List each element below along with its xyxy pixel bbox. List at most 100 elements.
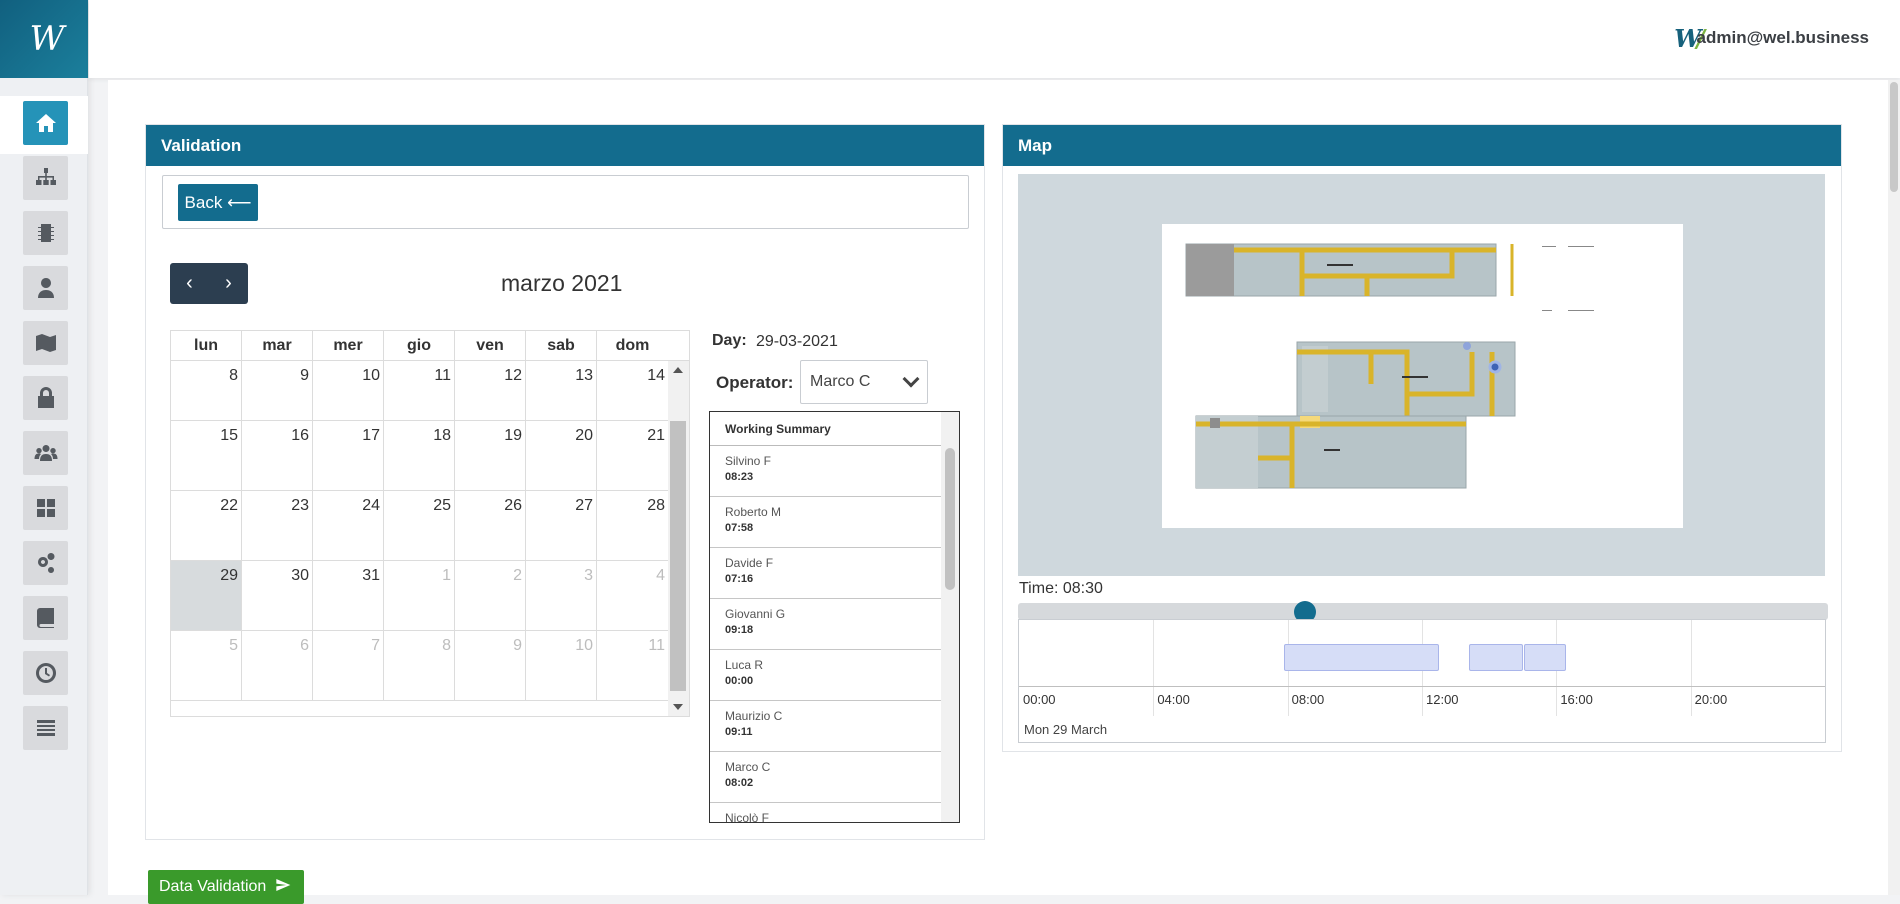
chip-icon	[37, 224, 54, 242]
floor-map[interactable]	[1018, 174, 1825, 576]
sidebar-item-docs[interactable]	[23, 596, 68, 640]
calendar-day[interactable]: 12	[455, 361, 526, 420]
brand-logo: W	[29, 19, 65, 59]
calendar-day[interactable]: 20	[526, 421, 597, 490]
operator-name: Davide F	[725, 556, 774, 570]
calendar-day[interactable]: 22	[171, 491, 242, 560]
operator-row[interactable]: Roberto M 07:58	[710, 497, 941, 548]
sidebar-item-security[interactable]	[23, 376, 68, 420]
operator-name: Luca R	[725, 658, 764, 672]
data-validation-button[interactable]: Data Validation	[148, 870, 304, 904]
calendar-day[interactable]: 8	[171, 361, 242, 420]
calendar-week: 5 6 7 8 9 10 11	[171, 631, 668, 701]
grid-icon	[36, 499, 55, 517]
calendar-day[interactable]: 7	[313, 631, 384, 700]
validation-panel: Validation Back ⟵ ‹ › marzo 2021 lun mar m…	[145, 124, 985, 840]
timeline-tick-label: 12:00	[1426, 692, 1459, 707]
calendar-day[interactable]: 25	[384, 491, 455, 560]
calendar-day[interactable]: 17	[313, 421, 384, 490]
weekday-header: lun	[171, 331, 242, 360]
calendar-day[interactable]: 8	[384, 631, 455, 700]
timeline-interval[interactable]	[1469, 644, 1523, 671]
page-scrollbar-thumb[interactable]	[1890, 82, 1898, 192]
calendar-day[interactable]: 6	[242, 631, 313, 700]
operator-name: Giovanni G	[725, 607, 786, 621]
operator-name: Roberto M	[725, 505, 782, 519]
sidebar-item-operators[interactable]	[23, 266, 68, 310]
calendar-day[interactable]: 15	[171, 421, 242, 490]
operator-row[interactable]: Marco C 08:02	[710, 752, 941, 803]
calendar-week: 8 9 10 11 12 13 14	[171, 361, 668, 421]
calendar-day[interactable]: 10	[526, 631, 597, 700]
calendar-scrollbar-thumb[interactable]	[670, 421, 686, 691]
page-scrollbar[interactable]	[1888, 80, 1900, 895]
calendar-scrollbar[interactable]	[668, 361, 689, 716]
sidebar-item-list[interactable]	[23, 706, 68, 750]
working-summary-scrollbar-thumb[interactable]	[945, 448, 955, 590]
operator-row[interactable]: Luca R 00:00	[710, 650, 941, 701]
scroll-up-icon[interactable]	[673, 367, 683, 373]
book-icon	[36, 608, 54, 628]
time-label: Time: 08:30	[1019, 580, 1103, 597]
back-button[interactable]: Back ⟵	[178, 184, 258, 221]
sidebar-item-settings[interactable]	[23, 541, 68, 585]
timeline-date: Mon 29 March	[1024, 722, 1108, 737]
clock-icon	[35, 663, 56, 683]
time-slider[interactable]	[1018, 603, 1828, 620]
calendar-day[interactable]: 2	[455, 561, 526, 630]
calendar-next-button[interactable]: ›	[209, 263, 248, 304]
calendar-day[interactable]: 3	[526, 561, 597, 630]
calendar-day[interactable]: 9	[242, 361, 313, 420]
calendar-day[interactable]: 10	[313, 361, 384, 420]
sidebar-item-history[interactable]	[23, 651, 68, 695]
activity-timeline[interactable]: 00:00 04:00 08:00 12:00 16:00 20:00 Mon 29 Ma…	[1018, 619, 1826, 743]
operator-row[interactable]: Maurizio C 09:11	[710, 701, 941, 752]
floor-plan-drawing	[1185, 243, 1594, 489]
sidebar-item-dashboard[interactable]	[23, 486, 68, 530]
calendar-day[interactable]: 29	[171, 561, 242, 630]
working-summary-scrollbar[interactable]	[941, 412, 959, 822]
calendar-day[interactable]: 14	[597, 361, 668, 420]
operator-select[interactable]: Marco C	[800, 360, 928, 404]
calendar-day[interactable]: 9	[455, 631, 526, 700]
sidebar-item-users[interactable]	[23, 431, 68, 475]
calendar-day[interactable]: 24	[313, 491, 384, 560]
operator-row[interactable]: Nicolò F	[710, 803, 941, 822]
user-email[interactable]: admin@wel.business	[1697, 28, 1869, 48]
calendar-day[interactable]: 11	[384, 361, 455, 420]
calendar-day[interactable]: 16	[242, 421, 313, 490]
operator-row[interactable]: Giovanni G 09:18	[710, 599, 941, 650]
sidebar-item-home[interactable]	[23, 101, 68, 145]
sidebar-item-devices[interactable]	[23, 211, 68, 255]
operator-worked-time: 07:16	[725, 573, 754, 585]
calendar-day[interactable]: 31	[313, 561, 384, 630]
working-summary-title: Working Summary	[710, 412, 941, 446]
operator-row[interactable]: Silvino F 08:23	[710, 446, 941, 497]
working-summary-list: Silvino F 08:23 Roberto M 07:58 Davide F 07:1…	[710, 446, 959, 822]
sidebar-item-sitemap[interactable]	[23, 156, 68, 200]
map-icon	[35, 334, 56, 352]
calendar-day[interactable]: 23	[242, 491, 313, 560]
sidebar-item-maps[interactable]	[23, 321, 68, 365]
operator-row[interactable]: Davide F 07:16	[710, 548, 941, 599]
operator-worked-time: 00:00	[725, 675, 754, 687]
timeline-interval[interactable]	[1284, 644, 1439, 671]
scroll-down-icon[interactable]	[673, 704, 683, 710]
calendar-prev-button[interactable]: ‹	[170, 263, 209, 304]
calendar-day[interactable]: 11	[597, 631, 668, 700]
calendar-day[interactable]: 1	[384, 561, 455, 630]
calendar-day[interactable]: 28	[597, 491, 668, 560]
calendar-day[interactable]: 19	[455, 421, 526, 490]
users-icon	[34, 445, 57, 461]
calendar-day[interactable]: 30	[242, 561, 313, 630]
timeline-interval[interactable]	[1524, 644, 1567, 671]
calendar-day[interactable]: 21	[597, 421, 668, 490]
calendar-day[interactable]: 5	[171, 631, 242, 700]
brand-logo-box[interactable]: W	[0, 0, 88, 78]
calendar-day[interactable]: 27	[526, 491, 597, 560]
calendar-day[interactable]: 4	[597, 561, 668, 630]
calendar-day[interactable]: 13	[526, 361, 597, 420]
calendar-day[interactable]: 18	[384, 421, 455, 490]
calendar-day[interactable]: 26	[455, 491, 526, 560]
cogs-icon	[37, 553, 55, 573]
